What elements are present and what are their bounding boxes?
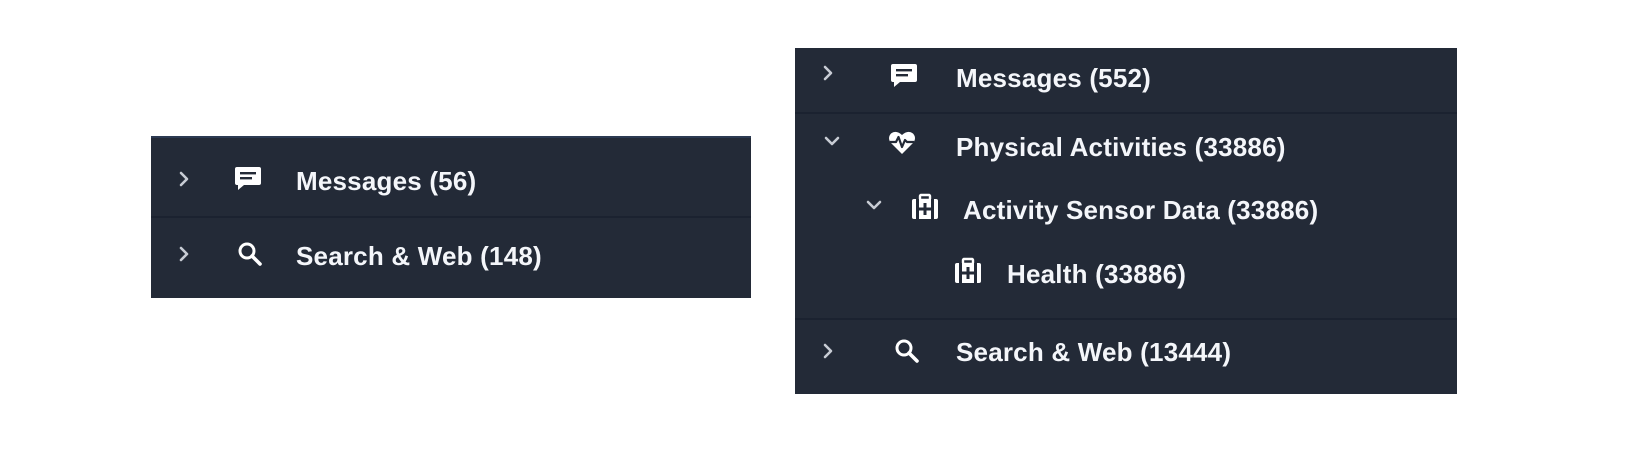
tree-panel-left: Messages (56) Search & Web (148) (151, 136, 751, 298)
tree-item-messages[interactable]: Messages (552) (795, 48, 1457, 112)
tree-item-search-web[interactable]: Search & Web (148) (151, 218, 751, 296)
search-icon (892, 336, 922, 366)
tree-item-search-web[interactable]: Search & Web (13444) (795, 320, 1457, 394)
message-icon (233, 163, 263, 193)
heart-pulse-icon (887, 128, 917, 158)
tree-item-label: Physical Activities (33886) (956, 132, 1286, 162)
tree-item-activity-sensor-data[interactable]: Activity Sensor Data (33886) (795, 180, 1457, 244)
medkit-icon (910, 192, 940, 222)
chevron-down-icon[interactable] (821, 130, 843, 152)
tree-item-label: Messages (552) (956, 63, 1152, 93)
chevron-right-icon[interactable] (817, 62, 839, 84)
chevron-down-icon[interactable] (863, 194, 885, 216)
tree-item-messages[interactable]: Messages (56) (151, 142, 751, 220)
medkit-icon (953, 256, 983, 286)
message-icon (889, 60, 919, 90)
tree-item-health[interactable]: Health (33886) (795, 244, 1457, 308)
chevron-right-icon[interactable] (173, 168, 195, 190)
tree-item-label: Messages (56) (296, 166, 477, 196)
chevron-right-icon[interactable] (817, 340, 839, 362)
tree-item-label: Search & Web (13444) (956, 337, 1232, 367)
tree-item-label: Health (33886) (1007, 259, 1187, 289)
tree-item-label: Activity Sensor Data (33886) (963, 195, 1319, 225)
tree-item-label: Search & Web (148) (296, 241, 542, 271)
search-icon (235, 239, 265, 269)
chevron-right-icon[interactable] (173, 243, 195, 265)
tree-item-physical-activities[interactable]: Physical Activities (33886) (795, 114, 1457, 180)
tree-panel-right: Messages (552) Physical Activities (3388… (795, 48, 1457, 394)
